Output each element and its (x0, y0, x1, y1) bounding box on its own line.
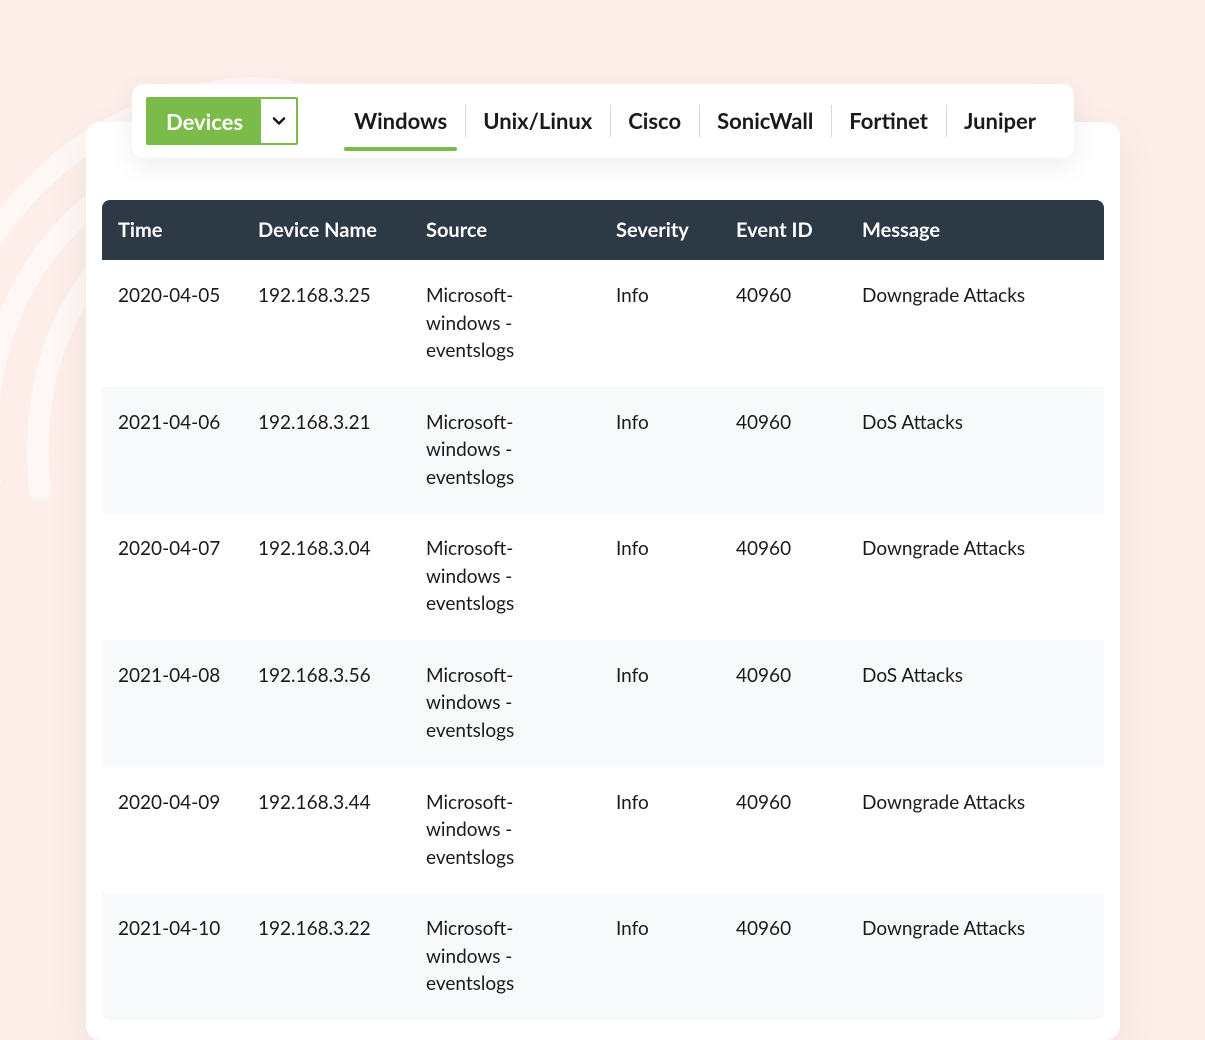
cell-message: Downgrade Attacks (846, 893, 1104, 1020)
tab-sonicwall[interactable]: SonicWall (699, 105, 831, 137)
cell-event-id: 40960 (720, 513, 846, 640)
cell-source: Microsoft-windows - eventslogs (410, 640, 600, 767)
tab-windows[interactable]: Windows (336, 105, 465, 137)
cell-source: Microsoft-windows - eventslogs (410, 387, 600, 514)
col-header-severity[interactable]: Severity (600, 200, 720, 260)
cell-source: Microsoft-windows - eventslogs (410, 893, 600, 1020)
cell-device: 192.168.3.04 (242, 513, 410, 640)
cell-message: Downgrade Attacks (846, 513, 1104, 640)
events-table: Time Device Name Source Severity Event I… (102, 200, 1104, 1020)
cell-message: DoS Attacks (846, 387, 1104, 514)
col-header-time[interactable]: Time (102, 200, 242, 260)
table-row[interactable]: 2021-04-10192.168.3.22Microsoft-windows … (102, 893, 1104, 1020)
cell-severity: Info (600, 513, 720, 640)
cell-device: 192.168.3.56 (242, 640, 410, 767)
cell-time: 2020-04-07 (102, 513, 242, 640)
table-row[interactable]: 2020-04-07192.168.3.04Microsoft-windows … (102, 513, 1104, 640)
cell-source: Microsoft-windows - eventslogs (410, 767, 600, 894)
cell-event-id: 40960 (720, 260, 846, 387)
table-row[interactable]: 2020-04-09192.168.3.44Microsoft-windows … (102, 767, 1104, 894)
cell-severity: Info (600, 260, 720, 387)
cell-source: Microsoft-windows - eventslogs (410, 260, 600, 387)
col-header-event-id[interactable]: Event ID (720, 200, 846, 260)
log-panel: Time Device Name Source Severity Event I… (86, 122, 1120, 1040)
table-row[interactable]: 2020-04-05192.168.3.25Microsoft-windows … (102, 260, 1104, 387)
cell-event-id: 40960 (720, 767, 846, 894)
table-row[interactable]: 2021-04-08192.168.3.56Microsoft-windows … (102, 640, 1104, 767)
cell-severity: Info (600, 640, 720, 767)
tab-juniper[interactable]: Juniper (946, 105, 1054, 137)
cell-device: 192.168.3.22 (242, 893, 410, 1020)
cell-time: 2021-04-06 (102, 387, 242, 514)
cell-event-id: 40960 (720, 640, 846, 767)
cell-source: Microsoft-windows - eventslogs (410, 513, 600, 640)
table-row[interactable]: 2021-04-06192.168.3.21Microsoft-windows … (102, 387, 1104, 514)
tab-unix-linux[interactable]: Unix/Linux (465, 105, 610, 137)
devices-dropdown-label: Devices (148, 99, 261, 143)
cell-message: Downgrade Attacks (846, 260, 1104, 387)
cell-device: 192.168.3.25 (242, 260, 410, 387)
toolbar: Devices WindowsUnix/LinuxCiscoSonicWallF… (132, 84, 1074, 158)
cell-time: 2020-04-05 (102, 260, 242, 387)
cell-severity: Info (600, 387, 720, 514)
cell-event-id: 40960 (720, 387, 846, 514)
cell-event-id: 40960 (720, 893, 846, 1020)
device-type-tabs: WindowsUnix/LinuxCiscoSonicWallFortinetJ… (336, 84, 1054, 158)
devices-dropdown[interactable]: Devices (146, 97, 298, 145)
cell-device: 192.168.3.21 (242, 387, 410, 514)
tab-cisco[interactable]: Cisco (610, 105, 699, 137)
cell-severity: Info (600, 893, 720, 1020)
cell-severity: Info (600, 767, 720, 894)
cell-time: 2021-04-10 (102, 893, 242, 1020)
cell-message: DoS Attacks (846, 640, 1104, 767)
col-header-source[interactable]: Source (410, 200, 600, 260)
cell-time: 2020-04-09 (102, 767, 242, 894)
chevron-down-icon (261, 99, 296, 143)
tab-fortinet[interactable]: Fortinet (831, 105, 946, 137)
cell-device: 192.168.3.44 (242, 767, 410, 894)
col-header-message[interactable]: Message (846, 200, 1104, 260)
cell-message: Downgrade Attacks (846, 767, 1104, 894)
cell-time: 2021-04-08 (102, 640, 242, 767)
col-header-device[interactable]: Device Name (242, 200, 410, 260)
table-header-row: Time Device Name Source Severity Event I… (102, 200, 1104, 260)
